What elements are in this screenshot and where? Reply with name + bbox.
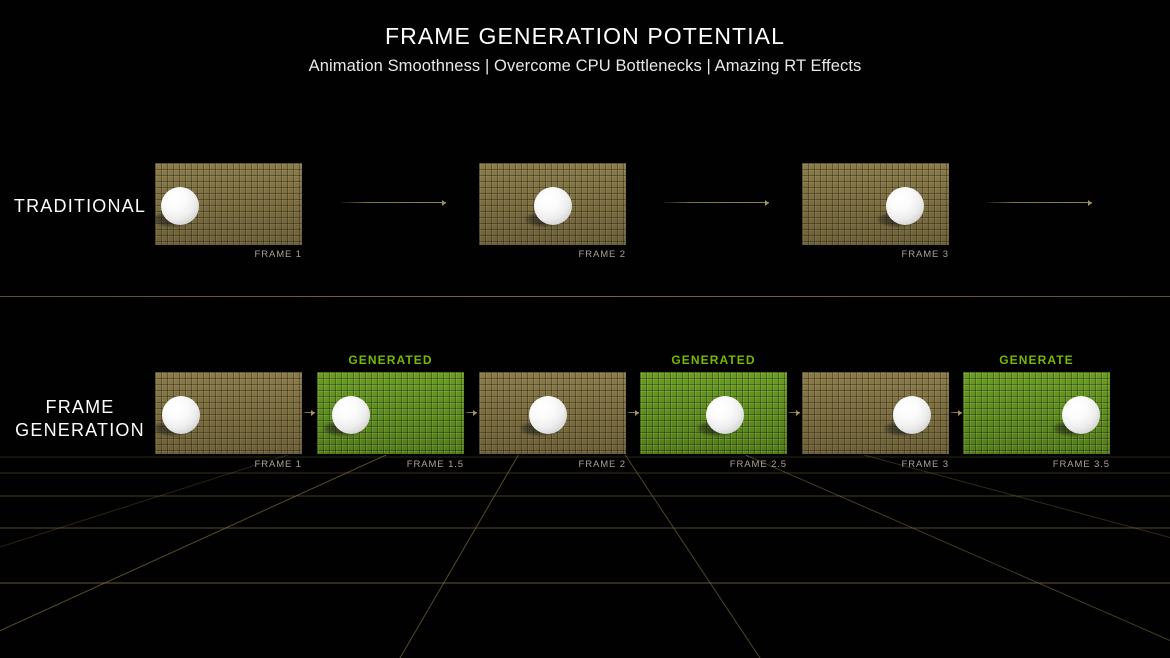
flow-arrow-frame-generation-1	[303, 409, 315, 416]
frame-thumbnail-frame-generation-4	[640, 372, 787, 454]
generated-badge: GENERATE	[999, 353, 1074, 367]
perspective-floor-grid	[0, 455, 1170, 658]
sphere	[162, 395, 201, 434]
title-block: FRAME GENERATION POTENTIAL Animation Smo…	[0, 22, 1170, 77]
frame-thumbnail-frame-generation-6	[963, 372, 1110, 454]
arrow-head-icon	[473, 409, 477, 416]
row-label-traditional: TRADITIONAL	[13, 196, 147, 216]
page-subtitle: Animation Smoothness | Overcome CPU Bott…	[308, 57, 862, 75]
frame-caption: FRAME 1	[254, 459, 302, 470]
frame-caption: FRAME 2	[578, 249, 626, 260]
arrow-head-icon	[796, 409, 800, 416]
frame-caption: FRAME 2.5	[729, 459, 787, 470]
arrow-shaft	[341, 202, 446, 203]
sphere	[331, 395, 370, 434]
arrow-head-icon	[442, 199, 446, 206]
sphere	[893, 395, 932, 434]
frame-thumbnail-frame-generation-5	[802, 372, 949, 454]
sphere	[885, 186, 924, 225]
rendered-frame-texture	[802, 163, 949, 245]
frame-thumbnail-frame-generation-2	[317, 372, 464, 454]
row-label-frame-generation: FRAME GENERATION	[15, 397, 145, 440]
sphere	[533, 186, 572, 225]
frame-thumbnail-traditional-2	[479, 163, 626, 245]
frame-thumbnail-frame-generation-3	[479, 372, 626, 454]
generated-badge: GENERATED	[671, 353, 756, 367]
frame-thumbnail-traditional-3	[802, 163, 949, 245]
flow-arrow-traditional-3	[987, 199, 1092, 206]
flow-arrow-traditional-2	[664, 199, 769, 206]
frame-caption: FRAME 3	[901, 459, 949, 470]
arrow-head-icon	[958, 409, 962, 416]
arrow-shaft	[664, 202, 769, 203]
arrow-head-icon	[311, 409, 315, 416]
frame-caption: FRAME 2	[578, 459, 626, 470]
frame-thumbnail-traditional-1	[155, 163, 302, 245]
sphere	[160, 186, 199, 225]
sphere	[706, 395, 745, 434]
arrow-head-icon	[635, 409, 639, 416]
frame-thumbnail-frame-generation-1	[155, 372, 302, 454]
page-title: FRAME GENERATION POTENTIAL	[384, 23, 786, 49]
flow-arrow-frame-generation-2	[465, 409, 477, 416]
arrow-head-icon	[765, 199, 769, 206]
flow-arrow-frame-generation-3	[627, 409, 639, 416]
flow-arrow-frame-generation-5	[950, 409, 962, 416]
arrow-head-icon	[1088, 199, 1092, 206]
frame-caption: FRAME 3	[901, 249, 949, 260]
slide-canvas: FRAME GENERATION POTENTIAL Animation Smo…	[0, 0, 1170, 658]
row-divider	[0, 296, 1170, 297]
sphere	[529, 395, 568, 434]
frame-caption: FRAME 3.5	[1052, 459, 1110, 470]
frame-caption: FRAME 1	[254, 249, 302, 260]
arrow-shaft	[987, 202, 1092, 203]
frame-caption: FRAME 1.5	[406, 459, 464, 470]
flow-arrow-frame-generation-4	[788, 409, 800, 416]
generated-badge: GENERATED	[348, 353, 433, 367]
flow-arrow-traditional-1	[341, 199, 446, 206]
sphere	[1061, 395, 1100, 434]
